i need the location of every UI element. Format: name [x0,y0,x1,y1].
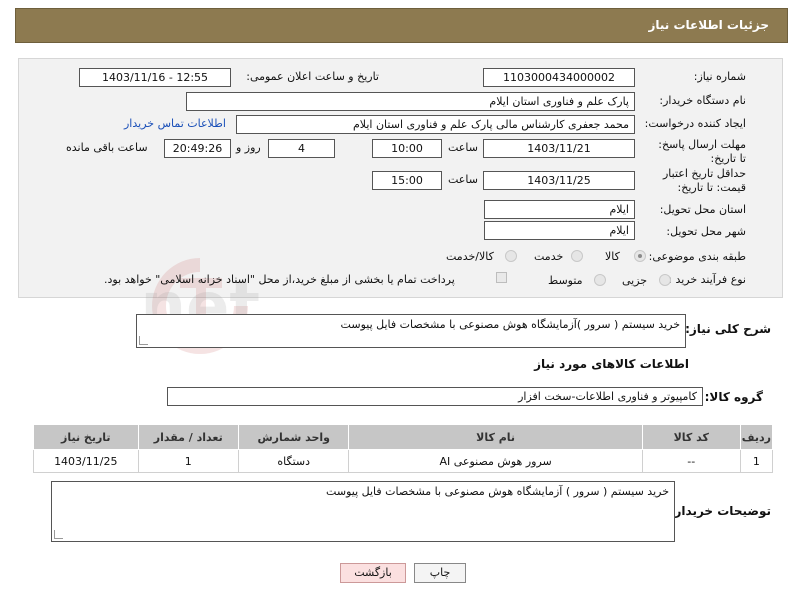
time-remaining-field: 20:49:26 [164,139,231,158]
table-row: 1 -- سرور هوش مصنوعی AI دستگاه 1 1403/11… [33,449,774,473]
category-service-radio[interactable] [571,250,583,262]
description-label: شرح کلی نیاز: [685,322,771,336]
category-goods-service-radio[interactable] [505,250,517,262]
validity-date-field: 1403/11/25 [483,171,635,190]
process-medium-radio[interactable] [594,274,606,286]
validity-time-field: 15:00 [372,171,442,190]
buyer-contact-link[interactable]: اطلاعات تماس خریدار [124,117,226,130]
cell-row-number: 1 [739,449,774,473]
city-field: ایلام [484,221,635,240]
category-goods-radio[interactable] [634,250,646,262]
process-type-label: نوع فرآیند خرید : [668,273,746,286]
cell-unit: دستگاه [237,449,350,473]
col-need-date: تاریخ نیاز [33,424,139,450]
col-unit: واحد شمارش [237,424,350,450]
goods-table: ردیف کد کالا نام کالا واحد شمارش تعداد /… [33,424,774,473]
cell-need-date: 1403/11/25 [33,449,139,473]
requester-field: محمد جعفری کارشناس مالی پارک علم و فناور… [236,115,635,134]
goods-group-field: کامپیوتر و فناوری اطلاعات-سخت افزار [167,387,703,406]
page-title: جزئیات اطلاعات نیاز [648,18,769,32]
category-goods-label: کالا [605,250,620,263]
category-service-label: خدمت [534,250,564,263]
treasury-payment-checkbox[interactable] [496,272,507,283]
col-item-code: کد کالا [641,424,741,450]
col-item-name: نام کالا [348,424,643,450]
goods-group-label: گروه کالا: [704,390,763,404]
need-number-field: 1103000434000002 [483,68,635,87]
resize-handle[interactable] [54,530,63,539]
province-label: استان محل تحویل: [659,203,746,216]
days-remaining-field: 4 [268,139,335,158]
days-label: روز و [236,141,261,154]
announce-datetime-field: 1403/11/16 - 12:55 [79,68,231,87]
category-label: طبقه بندی موضوعی: [648,250,746,263]
print-button[interactable]: چاپ [414,563,466,583]
validity-time-label: ساعت [448,173,478,186]
category-goods-service-label: کالا/خدمت [446,250,494,263]
description-text: خرید سیستم ( سرور )آزمایشگاه هوش مصنوعی … [340,318,680,331]
process-minor-label: جزیی [622,274,648,287]
goods-section-title: اطلاعات کالاهای مورد نیاز [534,357,689,371]
resize-handle[interactable] [139,336,148,345]
treasury-payment-note: پرداخت تمام یا بخشی از مبلغ خرید،از محل … [104,273,455,286]
city-label: شهر محل تحویل: [666,225,746,238]
deadline-time-field: 10:00 [372,139,442,158]
cell-item-code: -- [641,449,741,473]
deadline-time-label: ساعت [448,141,478,154]
cell-quantity: 1 [137,449,239,473]
announce-label: تاریخ و ساعت اعلان عمومی: [246,70,379,83]
col-row-number: ردیف [739,424,774,450]
buyer-notes-text: خرید سیستم ( سرور ) آزمایشگاه هوش مصنوعی… [326,485,669,498]
need-number-label: شماره نیاز: [693,70,746,83]
province-field: ایلام [484,200,635,219]
buyer-org-field: پارک علم و فناوری استان ایلام [186,92,635,111]
cell-item-name: سرور هوش مصنوعی AI [348,449,643,473]
time-remaining-label: ساعت باقی مانده [66,141,148,154]
process-minor-radio[interactable] [659,274,671,286]
deadline-date-field: 1403/11/21 [483,139,635,158]
back-button[interactable]: بازگشت [340,563,406,583]
process-medium-label: متوسط [548,274,583,287]
deadline-label: مهلت ارسال پاسخ: تا تاریخ: [658,138,746,165]
page-header: جزئیات اطلاعات نیاز [15,8,788,43]
buyer-notes-field: خرید سیستم ( سرور ) آزمایشگاه هوش مصنوعی… [51,481,675,542]
goods-table-header: ردیف کد کالا نام کالا واحد شمارش تعداد /… [33,424,774,450]
buyer-org-label: نام دستگاه خریدار: [659,94,746,107]
validity-label: حداقل تاریخ اعتبار قیمت: تا تاریخ: [662,167,746,194]
description-field: خرید سیستم ( سرور )آزمایشگاه هوش مصنوعی … [136,314,686,348]
col-quantity: تعداد / مقدار [137,424,239,450]
buyer-notes-label: توضیحات خریدار: [669,504,771,518]
requester-label: ایجاد کننده درخواست: [644,117,746,130]
